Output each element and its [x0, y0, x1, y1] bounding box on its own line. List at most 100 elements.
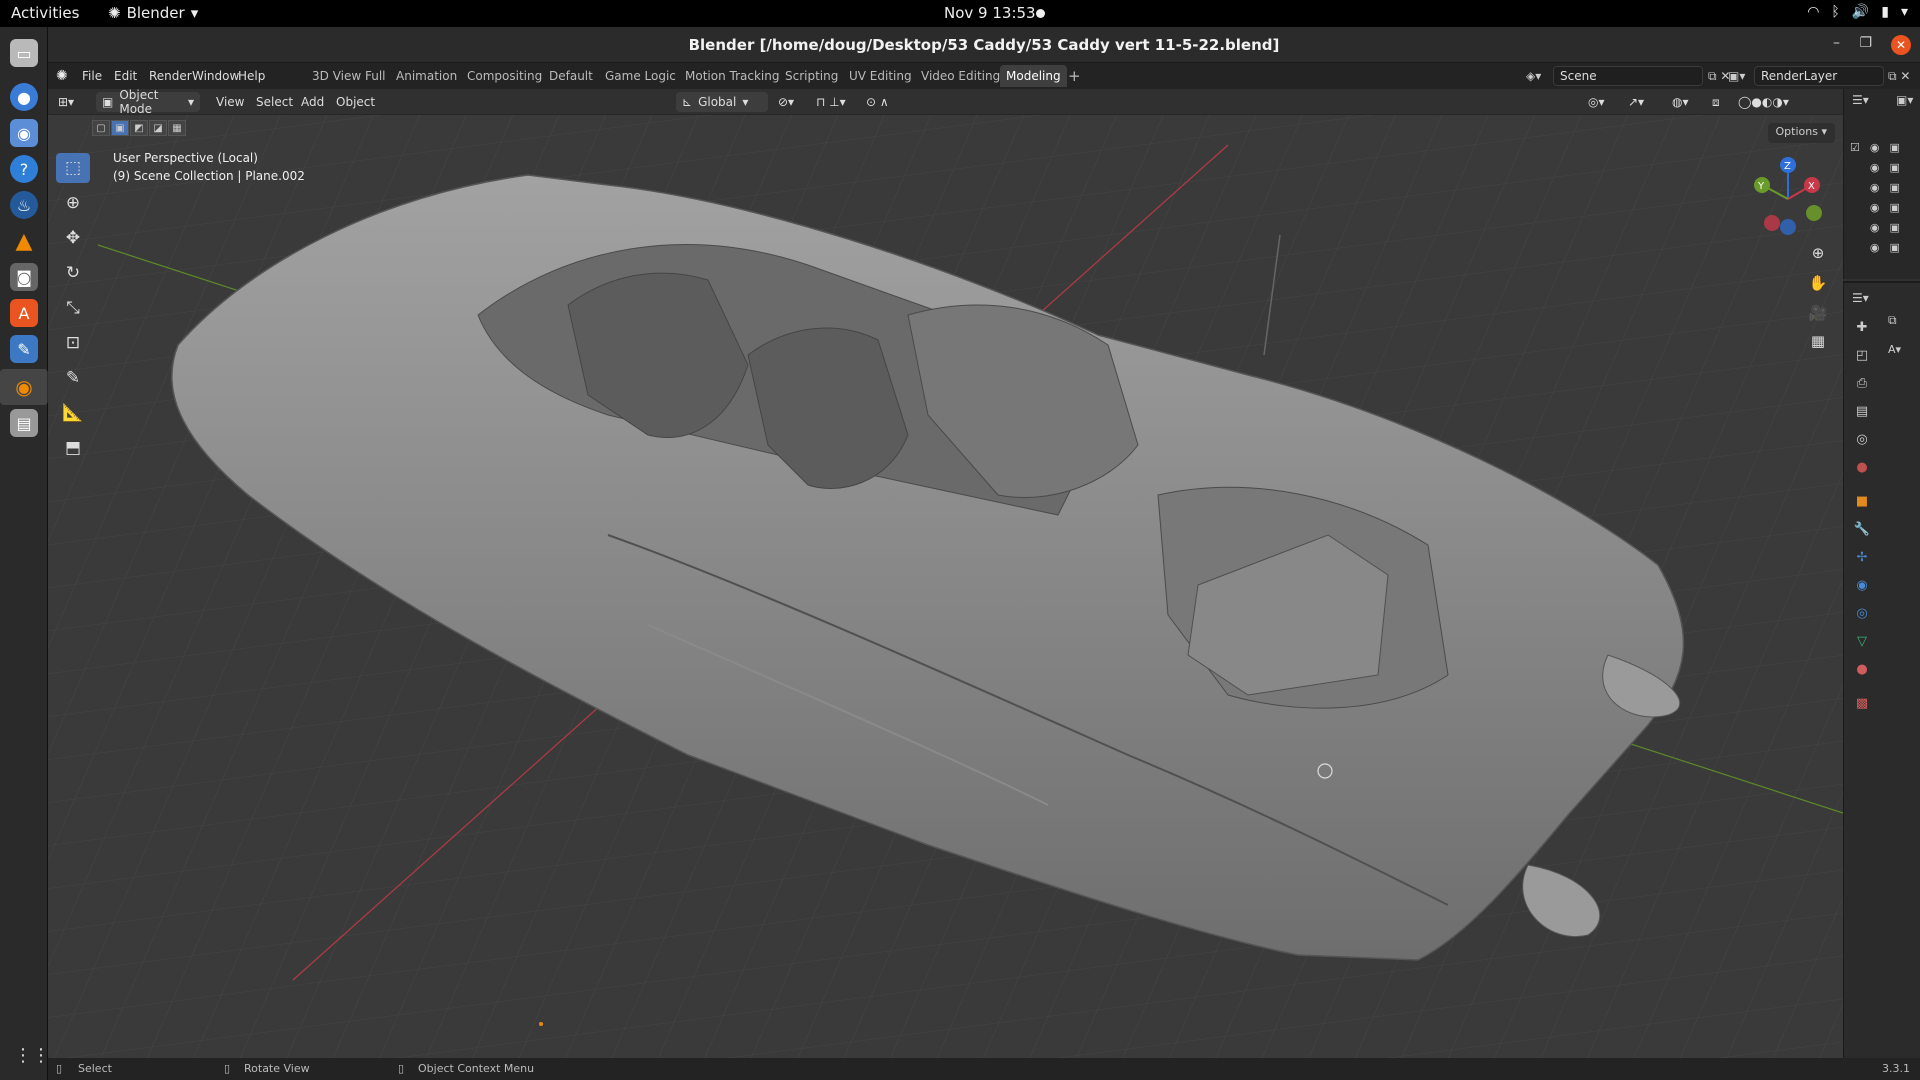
- camera-icon[interactable]: ▣: [1889, 221, 1899, 234]
- tab-game-logic[interactable]: Game Logic: [605, 69, 676, 83]
- overlay-toggle-icon[interactable]: ◍▾: [1672, 95, 1689, 109]
- tab-compositing[interactable]: Compositing: [467, 69, 542, 83]
- object-tab-icon[interactable]: ■: [1852, 491, 1872, 511]
- new-view-layer-icon[interactable]: ⧉ ✕: [1888, 69, 1910, 84]
- move-tool-icon[interactable]: ✥: [56, 223, 90, 253]
- select-new-icon[interactable]: ▢: [92, 120, 110, 136]
- camera-view-icon[interactable]: 🎥: [1805, 300, 1831, 326]
- menu-render[interactable]: Render: [149, 69, 192, 83]
- data-tab-icon[interactable]: ▽: [1852, 631, 1872, 651]
- camera-icon[interactable]: ▣: [1889, 181, 1899, 194]
- eye-icon[interactable]: ◉: [1870, 181, 1880, 194]
- select-subtract-icon[interactable]: ◩: [130, 120, 148, 136]
- camera-icon[interactable]: ▣: [1889, 161, 1899, 174]
- select-difference-icon[interactable]: ◪: [149, 120, 167, 136]
- screenshot-icon[interactable]: ◉: [10, 119, 38, 147]
- texture-tab-icon[interactable]: ▩: [1852, 693, 1872, 713]
- activities-button[interactable]: Activities: [11, 4, 79, 22]
- outliner-row[interactable]: ☑◉▣: [1850, 201, 1900, 214]
- properties-panel[interactable]: ☰▾ ⧉ A▾ ✚ ◰ ⎙ ▤ ◎ ● ■ 🔧 ✢ ◉ ◎ ▽ ● ▩: [1843, 281, 1920, 1080]
- rotate-tool-icon[interactable]: ↻: [56, 258, 90, 288]
- tab-animation[interactable]: Animation: [396, 69, 457, 83]
- tab-default[interactable]: Default: [549, 69, 593, 83]
- transform-orientation-dropdown[interactable]: ⊾ Global ▾: [676, 92, 768, 112]
- options-dropdown[interactable]: Options ▾: [1767, 123, 1835, 143]
- properties-editor-icon[interactable]: ☰▾: [1852, 291, 1869, 305]
- measure-tool-icon[interactable]: 📐: [56, 398, 90, 428]
- select-box-tool-icon[interactable]: ⬚: [56, 153, 90, 183]
- cursor-tool-icon[interactable]: ⊕: [56, 188, 90, 218]
- files-icon[interactable]: ▭: [10, 39, 38, 67]
- outliner-panel[interactable]: ☰▾ ▣▾ ☑◉▣ ☑◉▣ ☑◉▣ ☑◉▣ ☑◉▣ ☑◉▣: [1843, 89, 1920, 279]
- outliner-row[interactable]: ☑◉▣: [1850, 221, 1900, 234]
- vlc-icon[interactable]: ▲: [10, 227, 38, 255]
- outliner-row[interactable]: ☑◉▣: [1850, 181, 1900, 194]
- zoom-icon[interactable]: ⊕: [1805, 240, 1831, 266]
- pivot-icon[interactable]: ⊘▾: [778, 95, 794, 109]
- tab-video-editing[interactable]: Video Editing: [921, 69, 1000, 83]
- tab-modeling[interactable]: Modeling: [1000, 65, 1067, 87]
- menu-view[interactable]: View: [216, 95, 244, 109]
- modifier-tab-icon[interactable]: 🔧: [1852, 519, 1872, 539]
- app-menu[interactable]: ✺ Blender ▾: [108, 4, 198, 22]
- snap-icon[interactable]: ⊓ ⊥▾: [816, 95, 846, 109]
- camera-icon[interactable]: ▣: [1889, 201, 1899, 214]
- material-tab-icon[interactable]: ●: [1852, 659, 1872, 679]
- view-layer-tab-icon[interactable]: ▤: [1852, 401, 1872, 421]
- pin-icon[interactable]: ⧉: [1888, 313, 1897, 328]
- annotate-tool-icon[interactable]: ✎: [56, 363, 90, 393]
- camera-icon[interactable]: ▣: [1889, 141, 1899, 154]
- eye-icon[interactable]: ◉: [1870, 241, 1880, 254]
- pan-hand-icon[interactable]: ✋: [1805, 270, 1831, 296]
- particles-tab-icon[interactable]: ✢: [1852, 547, 1872, 567]
- menu-window[interactable]: Window: [192, 69, 239, 83]
- tab-3d-view-full[interactable]: 3D View Full: [312, 69, 386, 83]
- outliner-display-mode-icon[interactable]: ☰▾: [1852, 93, 1869, 107]
- menu-edit[interactable]: Edit: [114, 69, 137, 83]
- render-tab-icon[interactable]: ◰: [1852, 345, 1872, 365]
- close-icon[interactable]: ✕: [1891, 35, 1911, 55]
- select-extend-icon[interactable]: ▣: [111, 120, 129, 136]
- eye-icon[interactable]: ◉: [1870, 221, 1880, 234]
- text-editor-icon[interactable]: ✎: [10, 335, 38, 363]
- scene-tab-icon[interactable]: ◎: [1852, 429, 1872, 449]
- gizmo-toggle-icon[interactable]: ↗▾: [1628, 95, 1644, 109]
- xray-icon[interactable]: ⧈: [1712, 95, 1720, 110]
- checkbox-icon[interactable]: ☑: [1850, 141, 1860, 154]
- camera-icon[interactable]: ▣: [1889, 241, 1899, 254]
- menu-add[interactable]: Add: [301, 95, 324, 109]
- outliner-row[interactable]: ☑◉▣: [1850, 141, 1900, 154]
- gamepad-icon[interactable]: ◙: [10, 263, 38, 291]
- outliner-row[interactable]: ☑◉▣: [1850, 161, 1900, 174]
- window-titlebar[interactable]: Blender [/home/doug/Desktop/53 Caddy/53 …: [48, 27, 1920, 63]
- viewlayer-icon[interactable]: ▣▾: [1728, 69, 1745, 83]
- menu-object[interactable]: Object: [336, 95, 375, 109]
- eye-icon[interactable]: ◉: [1870, 161, 1880, 174]
- add-cube-tool-icon[interactable]: ⬒: [56, 433, 90, 463]
- 3d-viewport[interactable]: ▢ ▣ ◩ ◪ ▦ User Perspective (Local) (9) S…: [48, 115, 1843, 1080]
- scene-icon[interactable]: ◈▾: [1526, 69, 1541, 83]
- scale-tool-icon[interactable]: ⤡: [56, 293, 90, 323]
- drive-icon[interactable]: ▤: [10, 409, 38, 437]
- maximize-icon[interactable]: ❐: [1859, 35, 1872, 51]
- transform-tool-icon[interactable]: ⊡: [56, 328, 90, 358]
- blender-logo-icon[interactable]: ✺: [56, 68, 68, 84]
- clock[interactable]: Nov 9 13:53: [944, 4, 1036, 22]
- blender-icon[interactable]: ◉: [0, 369, 48, 405]
- add-workspace-icon[interactable]: +: [1068, 67, 1081, 85]
- eye-icon[interactable]: ◉: [1870, 201, 1880, 214]
- world-tab-icon[interactable]: ●: [1852, 457, 1872, 477]
- appstore-icon[interactable]: A: [10, 299, 38, 327]
- navigation-gizmo[interactable]: Z X Y: [1748, 155, 1828, 235]
- constraints-tab-icon[interactable]: ◎: [1852, 603, 1872, 623]
- tab-scripting[interactable]: Scripting: [785, 69, 838, 83]
- tab-motion-tracking[interactable]: Motion Tracking: [685, 69, 779, 83]
- minimize-icon[interactable]: –: [1833, 35, 1840, 51]
- steam-icon[interactable]: ♨: [10, 191, 38, 219]
- chrome-icon[interactable]: ●: [10, 83, 38, 111]
- tab-uv-editing[interactable]: UV Editing: [849, 69, 912, 83]
- menu-help[interactable]: Help: [238, 69, 265, 83]
- output-tab-icon[interactable]: ⎙: [1852, 373, 1872, 393]
- menu-select[interactable]: Select: [256, 95, 293, 109]
- select-mode-buttons[interactable]: ▢ ▣ ◩ ◪ ▦: [92, 120, 186, 136]
